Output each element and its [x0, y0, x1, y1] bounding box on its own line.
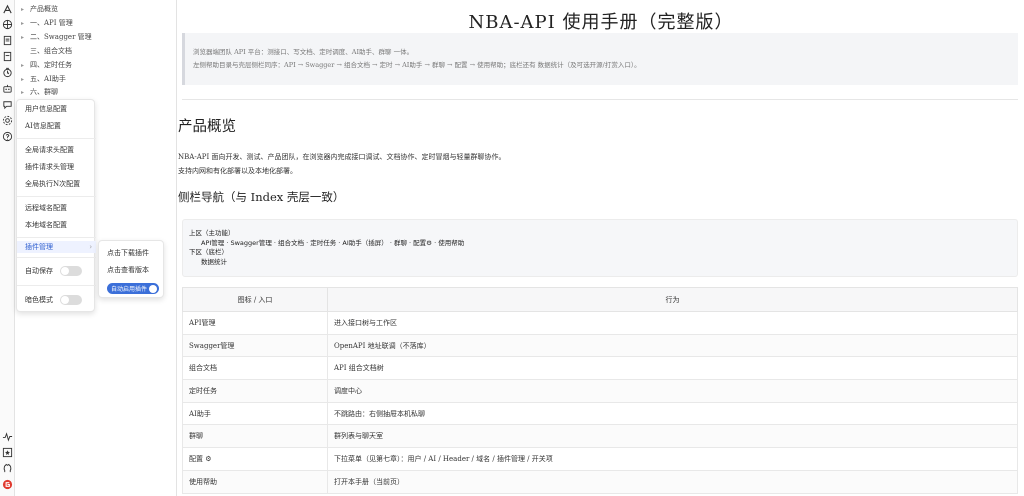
settings-menu: 用户信息配置 AI信息配置 全局请求头配置 插件请求头管理 全局执行N次配置 远…: [16, 99, 96, 312]
code-line: 下区（底栏）: [189, 248, 228, 256]
menu-divider: [17, 138, 96, 139]
menu-plugin-header[interactable]: 插件请求头管理: [25, 161, 74, 173]
table-cell: API 组合文档树: [327, 356, 1018, 381]
menu-divider: [17, 196, 96, 197]
menu-divider: [17, 237, 96, 238]
swagger-icon[interactable]: [2, 4, 13, 15]
table-row: 配置 ⚙ 下拉菜单（见第七章）：用户 / AI / Header / 域名 / 插…: [182, 447, 1018, 471]
robot-icon[interactable]: [2, 83, 13, 94]
download-plugin-item[interactable]: 点击下载插件: [107, 248, 149, 258]
table-cell: OpenAPI 地址联调（不落库）: [327, 333, 1018, 358]
plugin-submenu: 点击下载插件 点击查看版本 自动启用插件: [98, 240, 164, 298]
code-line: API管理 · Swagger管理 · 组合文档 · 定时任务 · AI助手（插…: [201, 238, 465, 247]
section-heading: 产品概览: [178, 119, 236, 135]
menu-user-info[interactable]: 用户信息配置: [25, 103, 67, 115]
globe-icon[interactable]: [2, 19, 13, 30]
dark-mode-toggle[interactable]: [60, 295, 82, 305]
menu-auto-save: 自动保存: [25, 267, 53, 275]
toc-item[interactable]: ▸ 六、群聊: [21, 86, 58, 98]
auto-enable-plugin-toggle[interactable]: 自动启用插件: [107, 283, 159, 294]
chevron-right-icon: ›: [89, 243, 92, 251]
auto-enable-label: 自动启用插件: [111, 286, 148, 293]
intro-line: 左侧帮助目录与壳层侧栏同序：API → Swagger → 组合文档 → 定时 …: [193, 61, 641, 69]
intro-line: 浏览器端团队 API 平台：测接口、写文档、定时调度、AI助手、群聊 一体。: [193, 48, 414, 56]
toc-item[interactable]: ▸ 五、AI助手: [21, 73, 66, 85]
menu-global-n[interactable]: 全局执行N次配置: [25, 178, 80, 190]
help-icon[interactable]: [2, 131, 13, 142]
table-row: 群聊 群列表与聊天室: [182, 424, 1018, 449]
table-row: 定时任务 调度中心: [182, 379, 1018, 403]
timer-icon[interactable]: [2, 67, 13, 78]
code-line: 上区（主功能）: [189, 229, 235, 237]
table-cell: Swagger管理: [182, 333, 328, 358]
paragraph-line: 支持内网和有化部署以及本地化部署。: [178, 167, 297, 175]
menu-divider: [17, 257, 96, 258]
view-version-item[interactable]: 点击查看版本: [107, 265, 149, 275]
divider: [182, 99, 1018, 100]
auto-save-toggle[interactable]: [60, 266, 82, 276]
table-header: 图标 / 入口: [182, 287, 328, 312]
icon-rail: [0, 0, 15, 496]
docs-icon[interactable]: [2, 51, 13, 62]
toc-item[interactable]: 三、组合文档: [21, 45, 72, 57]
menu-divider: [17, 285, 96, 286]
code-line: 数据统计: [201, 257, 227, 266]
table-cell: 配置 ⚙: [182, 447, 328, 471]
table-cell: 定时任务: [182, 379, 328, 403]
toc-item[interactable]: ▸ 产品概览: [21, 3, 58, 15]
table-row: API管理 进入接口树与工作区: [182, 311, 1018, 335]
table-cell: API管理: [182, 311, 328, 335]
menu-dark-mode: 暗色模式: [25, 296, 53, 304]
table-cell: 群聊: [182, 424, 328, 449]
gear-icon[interactable]: [2, 115, 13, 126]
pulse-icon[interactable]: [2, 431, 13, 442]
table-row: Swagger管理 OpenAPI 地址联调（不落库）: [182, 333, 1018, 358]
toggle-knob: [149, 284, 157, 293]
menu-local-domain[interactable]: 本地域名配置: [25, 219, 67, 231]
table-row: 使用帮助 打开本手册（当前页）: [182, 469, 1018, 494]
toc-item[interactable]: ▸ 二、Swagger 管理: [21, 31, 92, 43]
table-cell: 调度中心: [327, 379, 1018, 403]
chat-icon[interactable]: [2, 99, 13, 110]
overview-paragraph: NBA-API 面向开发、测试、产品团队，在浏览器内完成接口调试、文档协作、定时…: [178, 150, 505, 178]
table-row: 组合文档 API 组合文档树: [182, 356, 1018, 381]
table-cell: 使用帮助: [182, 469, 328, 494]
document-icon[interactable]: [2, 35, 13, 46]
page-title: NBA-API 使用手册（完整版）: [468, 12, 734, 33]
table-cell: 不跳路由：右侧抽屉本机私聊: [327, 401, 1018, 426]
menu-plugin-manage[interactable]: 插件管理 ›: [17, 241, 96, 253]
intro-callout: 浏览器端团队 API 平台：测接口、写文档、定时调度、AI助手、群聊 一体。 左…: [182, 33, 1018, 85]
code-block: 上区（主功能） API管理 · Swagger管理 · 组合文档 · 定时任务 …: [182, 219, 1018, 277]
github-icon[interactable]: [2, 463, 13, 474]
table-cell: AI助手: [182, 401, 328, 426]
menu-ai-info[interactable]: AI信息配置: [25, 120, 61, 132]
toc-item[interactable]: ▸ 四、定时任务: [21, 59, 72, 71]
table-header: 行为: [327, 287, 1018, 312]
brand-logo-icon[interactable]: [2, 479, 13, 490]
star-icon[interactable]: [2, 447, 13, 458]
subsection-heading: 侧栏导航（与 Index 壳层一致）: [178, 190, 345, 204]
table-cell: 组合文档: [182, 356, 328, 381]
toc-item[interactable]: ▸ 一、API 管理: [21, 17, 73, 29]
table-cell: 进入接口树与工作区: [327, 311, 1018, 335]
manual-content: NBA-API 使用手册（完整版） 浏览器端团队 API 平台：测接口、写文档、…: [178, 0, 1024, 496]
paragraph-line: NBA-API 面向开发、测试、产品团队，在浏览器内完成接口调试、文档协作、定时…: [178, 153, 506, 161]
table-cell: 打开本手册（当前页）: [327, 469, 1018, 494]
table-row: AI助手 不跳路由：右侧抽屉本机私聊: [182, 401, 1018, 426]
nav-table: 图标 / 入口 行为 API管理 进入接口树与工作区 Swagger管理 OpenA…: [182, 287, 1018, 494]
menu-global-header[interactable]: 全局请求头配置: [25, 144, 74, 156]
menu-remote-domain[interactable]: 远程域名配置: [25, 202, 67, 214]
table-cell: 下拉菜单（见第七章）：用户 / AI / Header / 域名 / 插件管理 …: [327, 447, 1018, 471]
table-cell: 群列表与聊天室: [327, 424, 1018, 449]
